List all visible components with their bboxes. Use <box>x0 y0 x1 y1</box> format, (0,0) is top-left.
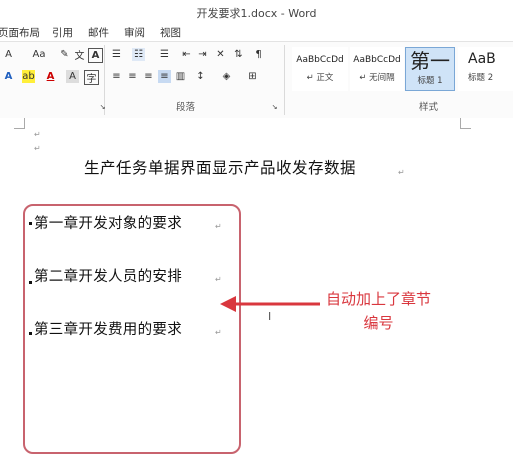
font-color-icon[interactable]: A <box>44 70 57 83</box>
tab-view[interactable]: 视图 <box>160 25 181 40</box>
ribbon: A Aa ✎ 文 A A ab A A 字 ☰ ☷ ☰ ⇤ ⇥ ✕ ⇅ ¶ ≡ … <box>0 41 513 119</box>
style-name: ↵ 无间隔 <box>359 73 395 83</box>
chapter-heading-1: 第一章开发对象的要求 <box>34 216 182 232</box>
margin-mark <box>460 128 471 129</box>
style-sample: AaBbCcDd <box>353 55 401 65</box>
font-size-down-icon[interactable]: A <box>2 48 15 61</box>
annotation-line-2: 编号 <box>363 314 394 332</box>
font-launcher-icon[interactable]: ↘ <box>96 100 109 113</box>
tab-review[interactable]: 审阅 <box>124 25 145 40</box>
group-separator <box>284 45 285 115</box>
phonetic-guide-icon[interactable]: 文 <box>73 48 86 62</box>
shading-icon[interactable]: ◈ <box>220 70 233 83</box>
tab-mailings[interactable]: 邮件 <box>88 25 109 40</box>
style-heading-1[interactable]: 第一 标题 1 <box>405 47 455 91</box>
tab-references[interactable]: 引用 <box>52 25 73 40</box>
borders-icon[interactable]: ⊞ <box>246 70 259 83</box>
ribbon-tabs: 页面布局 引用 邮件 审阅 视图 <box>0 22 513 41</box>
styles-group-label: 样式 <box>419 102 439 113</box>
numbering-icon[interactable]: ☷ <box>132 48 145 61</box>
title-bar: 开发要求1.docx - Word <box>0 0 513 22</box>
heading-bullet <box>29 332 32 335</box>
bullets-icon[interactable]: ☰ <box>110 48 123 61</box>
window-title: 开发要求1.docx - Word <box>196 7 317 20</box>
enclose-char-icon[interactable]: 字 <box>84 70 99 85</box>
align-right-icon[interactable]: ≡ <box>142 70 155 83</box>
style-name: 标题 2 <box>468 73 494 83</box>
style-heading-2[interactable]: AaB 标题 2 <box>458 47 513 91</box>
style-sample: AaBbCcDd <box>296 55 344 65</box>
style-sample: 第一 <box>410 49 450 73</box>
heading-bullet <box>29 222 32 225</box>
style-normal[interactable]: AaBbCcDd ↵ 正文 <box>292 47 348 91</box>
char-shading-icon[interactable]: A <box>66 70 79 83</box>
annotation-line-1: 自动加上了章节 <box>326 290 432 308</box>
text-cursor-icon: I <box>268 310 272 323</box>
document-page[interactable]: ↵ ↵ 生产任务单据界面显示产品收发存数据 ↵ 第一章开发对象的要求 ↵ 第二章… <box>0 118 513 454</box>
line-spacing-icon[interactable]: ↕ <box>194 70 207 83</box>
paragraph-mark: ↵ <box>215 222 222 231</box>
style-name: ↵ 正文 <box>306 73 334 83</box>
align-center-icon[interactable]: ≡ <box>126 70 139 83</box>
show-marks-icon[interactable]: ¶ <box>252 48 265 61</box>
paragraph-mark: ↵ <box>34 130 41 139</box>
tab-page-layout[interactable]: 页面布局 <box>0 25 40 40</box>
multilevel-list-icon[interactable]: ☰ <box>158 48 171 61</box>
margin-mark <box>24 118 25 128</box>
distributed-icon[interactable]: ▥ <box>174 70 187 83</box>
justify-icon[interactable]: ≡ <box>158 70 171 83</box>
paragraph-mark: ↵ <box>34 144 41 153</box>
decrease-indent-icon[interactable]: ⇤ <box>180 48 193 61</box>
chinese-layout-icon[interactable]: ✕ <box>214 48 227 61</box>
paragraph-mark: ↵ <box>215 328 222 337</box>
text-effects-icon[interactable]: A <box>2 70 15 83</box>
style-sample: AaB <box>468 51 496 67</box>
style-name: 标题 1 <box>417 76 443 86</box>
highlight-icon[interactable]: ab <box>22 70 35 83</box>
margin-mark <box>14 128 25 129</box>
chapter-heading-3: 第三章开发费用的要求 <box>34 322 182 338</box>
increase-indent-icon[interactable]: ⇥ <box>196 48 209 61</box>
paragraph-mark: ↵ <box>398 168 405 177</box>
document-title: 生产任务单据界面显示产品收发存数据 <box>84 159 357 177</box>
chapter-heading-2: 第二章开发人员的安排 <box>34 269 182 285</box>
style-no-spacing[interactable]: AaBbCcDd ↵ 无间隔 <box>350 47 404 91</box>
sort-icon[interactable]: ⇅ <box>232 48 245 61</box>
clear-format-icon[interactable]: ✎ <box>58 48 71 61</box>
paragraph-launcher-icon[interactable]: ↘ <box>268 100 281 113</box>
align-left-icon[interactable]: ≡ <box>110 70 123 83</box>
char-border-icon[interactable]: A <box>88 48 103 63</box>
margin-mark <box>460 118 461 128</box>
paragraph-group-label: 段落 <box>176 102 196 113</box>
heading-bullet <box>29 281 32 284</box>
paragraph-mark: ↵ <box>215 275 222 284</box>
change-case-button[interactable]: Aa <box>30 48 48 61</box>
